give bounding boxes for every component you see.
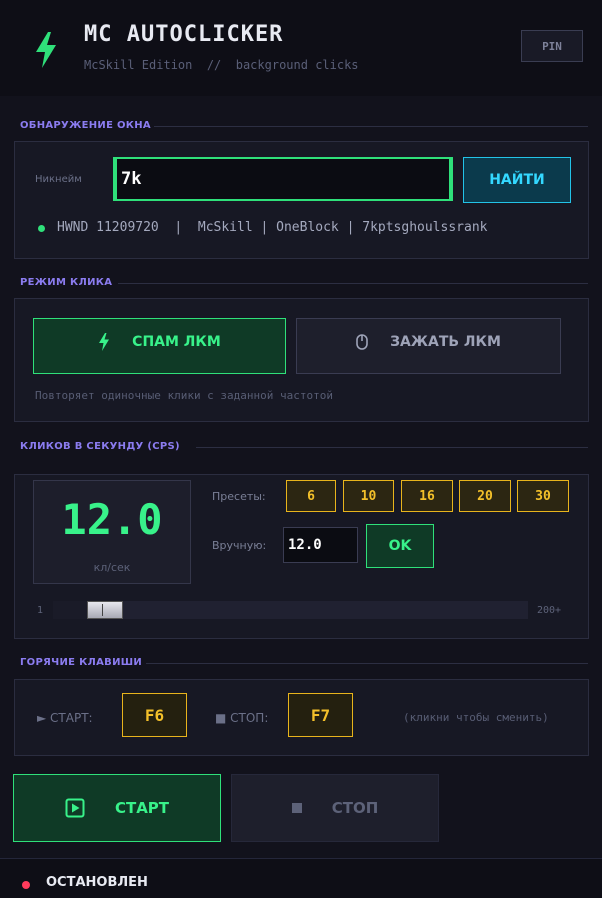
nickname-input[interactable] — [113, 157, 453, 201]
section-label-click-mode: РЕЖИМ КЛИКА — [20, 277, 113, 288]
pin-button[interactable]: PIN — [521, 30, 583, 62]
mode-hold-label: ЗАЖАТЬ ЛКМ — [390, 334, 501, 350]
preset-button[interactable]: 6 — [286, 480, 336, 512]
preset-button[interactable]: 16 — [401, 480, 453, 512]
cps-display: 12.0 кл/сек — [33, 480, 191, 584]
slider-max-label: 200+ — [537, 605, 562, 616]
window-found-indicator — [38, 225, 45, 232]
start-button-label: СТАРТ — [114, 799, 170, 817]
section-label-window: ОБНАРУЖЕНИЕ ОКНА — [20, 120, 151, 131]
window-detect-panel: Никнейм НАЙТИ HWND 11209720 | McSkill | … — [14, 141, 589, 259]
section-divider — [154, 126, 588, 127]
cps-slider[interactable] — [53, 601, 528, 619]
hotkeys-panel: ► СТАРТ: F6 ■ СТОП: F7 (кликни чтобы сме… — [14, 679, 589, 756]
nickname-label: Никнейм — [35, 174, 82, 185]
section-divider — [196, 447, 588, 448]
app-subtitle: McSkill Edition // background clicks — [84, 58, 359, 72]
mode-description: Повторяет одиночные клики с заданной час… — [35, 389, 334, 402]
cps-value: 12.0 — [61, 495, 163, 544]
click-mode-panel: СПАМ ЛКМ ЗАЖАТЬ ЛКМ Повторяет одиночные … — [14, 298, 589, 422]
app-title: MC AUTOCLICKER — [84, 22, 284, 47]
hotkey-start-key[interactable]: F6 — [122, 693, 187, 737]
hotkey-start-label: ► СТАРТ: — [37, 711, 93, 725]
mode-hold-button[interactable]: ЗАЖАТЬ ЛКМ — [296, 318, 561, 374]
slider-fill — [53, 601, 87, 619]
mode-spam-label: СПАМ ЛКМ — [132, 334, 221, 350]
section-label-cps: КЛИКОВ В СЕКУНДУ (CPS) — [20, 441, 180, 452]
manual-cps-input[interactable] — [283, 527, 358, 563]
section-label-hotkeys: ГОРЯЧИЕ КЛАВИШИ — [20, 657, 143, 668]
section-divider — [118, 283, 588, 284]
lightning-icon — [99, 333, 110, 351]
play-icon — [65, 798, 85, 818]
cps-unit: кл/сек — [93, 561, 131, 574]
stop-icon — [291, 803, 302, 813]
find-button[interactable]: НАЙТИ — [463, 157, 571, 203]
stop-button[interactable]: СТОП — [231, 774, 439, 842]
preset-button[interactable]: 10 — [343, 480, 394, 512]
status-indicator — [22, 881, 30, 889]
mode-spam-button[interactable]: СПАМ ЛКМ — [33, 318, 286, 374]
manual-label: Вручную: — [212, 539, 267, 552]
hotkey-stop-label: ■ СТОП: — [215, 711, 269, 725]
mouse-icon — [356, 334, 368, 350]
ok-button[interactable]: OK — [366, 524, 434, 568]
section-divider — [146, 663, 588, 664]
stop-button-label: СТОП — [331, 799, 379, 817]
cps-panel: 12.0 кл/сек Пресеты: 6 10 16 20 30 Вручн… — [14, 474, 589, 639]
preset-button[interactable]: 20 — [459, 480, 511, 512]
slider-min-label: 1 — [37, 605, 44, 616]
slider-thumb[interactable] — [87, 601, 123, 619]
status-text: ОСТАНОВЛЕН — [46, 875, 148, 890]
presets-label: Пресеты: — [212, 490, 266, 503]
preset-button[interactable]: 30 — [517, 480, 569, 512]
start-button[interactable]: СТАРТ — [13, 774, 221, 842]
hotkey-stop-key[interactable]: F7 — [288, 693, 353, 737]
header: MC AUTOCLICKER McSkill Edition // backgr… — [0, 0, 602, 96]
status-bar: ОСТАНОВЛЕН — [0, 858, 602, 898]
hwnd-info: HWND 11209720 | McSkill | OneBlock | 7kp… — [57, 220, 488, 235]
hotkey-hint: (кликни чтобы сменить) — [403, 711, 549, 724]
lightning-icon — [36, 32, 56, 68]
